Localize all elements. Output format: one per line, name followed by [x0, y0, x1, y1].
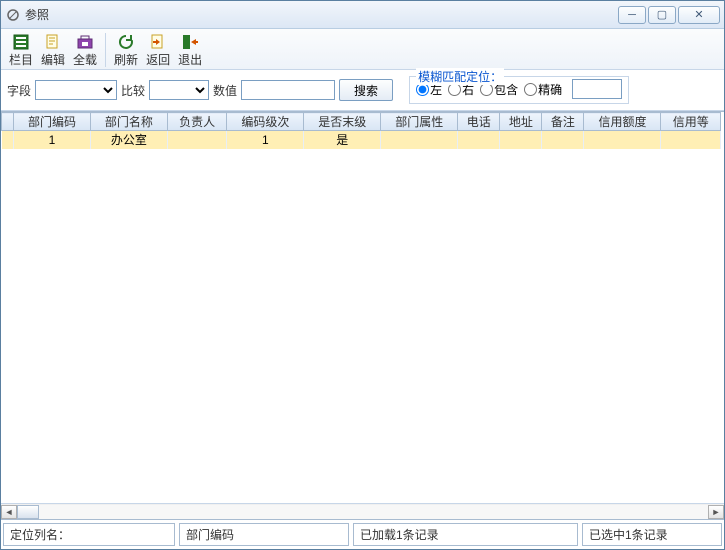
exit-icon — [180, 32, 200, 52]
back-icon — [148, 32, 168, 52]
cell-phone — [458, 131, 500, 149]
fuzzy-input[interactable] — [572, 79, 622, 99]
titlebar: 参照 ─ ▢ ✕ — [1, 1, 724, 29]
value-input[interactable] — [241, 80, 335, 100]
scroll-right-arrow[interactable]: ► — [708, 505, 724, 519]
back-button[interactable]: 返回 — [142, 31, 174, 69]
row-marker — [2, 131, 14, 149]
grid-area: 部门编码 部门名称 负责人 编码级次 是否末级 部门属性 电话 地址 备注 信用… — [1, 111, 724, 519]
col-level[interactable]: 编码级次 — [227, 113, 304, 131]
status-loaded: 已加载1条记录 — [353, 523, 578, 546]
refresh-button[interactable]: 刷新 — [110, 31, 142, 69]
minimize-button[interactable]: ─ — [618, 6, 646, 24]
maximize-button[interactable]: ▢ — [648, 6, 676, 24]
scroll-thumb[interactable] — [17, 505, 39, 519]
compare-select[interactable] — [149, 80, 209, 100]
refresh-icon — [116, 32, 136, 52]
cell-remark — [542, 131, 584, 149]
col-credit[interactable]: 信用额度 — [584, 113, 661, 131]
edit-icon — [43, 32, 63, 52]
status-selected: 已选中1条记录 — [582, 523, 722, 546]
cell-credit — [584, 131, 661, 149]
cell-grade — [661, 131, 721, 149]
value-label: 数值 — [213, 82, 237, 99]
status-loc-label: 定位列名： — [3, 523, 175, 546]
close-button[interactable]: ✕ — [678, 6, 720, 24]
field-select[interactable] — [35, 80, 117, 100]
cell-dept-name: 办公室 — [90, 131, 167, 149]
field-label: 字段 — [7, 82, 31, 99]
scroll-left-arrow[interactable]: ◄ — [1, 505, 17, 519]
app-icon — [5, 7, 21, 23]
cell-is-leaf: 是 — [304, 131, 381, 149]
window-title: 参照 — [25, 6, 618, 23]
exit-button[interactable]: 退出 — [174, 31, 206, 69]
header-row: 部门编码 部门名称 负责人 编码级次 是否末级 部门属性 电话 地址 备注 信用… — [2, 113, 721, 131]
data-grid[interactable]: 部门编码 部门名称 负责人 编码级次 是否末级 部门属性 电话 地址 备注 信用… — [1, 112, 724, 503]
status-loc-value: 部门编码 — [179, 523, 349, 546]
col-phone[interactable]: 电话 — [458, 113, 500, 131]
loadall-icon — [75, 32, 95, 52]
col-remark[interactable]: 备注 — [542, 113, 584, 131]
status-bar: 定位列名： 部门编码 已加载1条记录 已选中1条记录 — [1, 519, 724, 549]
col-grade[interactable]: 信用等 — [661, 113, 721, 131]
compare-label: 比较 — [121, 82, 145, 99]
fuzzy-legend: 模糊匹配定位： — [416, 68, 504, 85]
scroll-track[interactable] — [17, 505, 708, 519]
col-is-leaf[interactable]: 是否末级 — [304, 113, 381, 131]
window-controls: ─ ▢ ✕ — [618, 6, 720, 24]
horizontal-scrollbar[interactable]: ◄ ► — [1, 503, 724, 519]
cell-attr — [381, 131, 458, 149]
table-row[interactable]: 1 办公室 1 是 — [2, 131, 721, 149]
col-dept-code[interactable]: 部门编码 — [14, 113, 91, 131]
col-attr[interactable]: 部门属性 — [381, 113, 458, 131]
loadall-button[interactable]: 全载 — [69, 31, 101, 69]
col-dept-name[interactable]: 部门名称 — [90, 113, 167, 131]
radio-exact[interactable] — [524, 83, 537, 96]
cell-dept-code: 1 — [14, 131, 91, 149]
col-addr[interactable]: 地址 — [500, 113, 542, 131]
toolbar-separator — [105, 33, 106, 67]
row-marker-header — [2, 113, 14, 131]
edit-button[interactable]: 编辑 — [37, 31, 69, 69]
search-bar: 字段 比较 数值 搜索 模糊匹配定位： 左 右 包含 精确 — [1, 70, 724, 111]
fuzzy-match-group: 模糊匹配定位： 左 右 包含 精确 — [409, 76, 629, 104]
reference-window: 参照 ─ ▢ ✕ 栏目 编辑 全载 刷新 返回 退出 — [0, 0, 725, 550]
columns-icon — [11, 32, 31, 52]
cell-level: 1 — [227, 131, 304, 149]
col-manager[interactable]: 负责人 — [167, 113, 227, 131]
cell-addr — [500, 131, 542, 149]
search-button[interactable]: 搜索 — [339, 79, 393, 101]
toolbar: 栏目 编辑 全载 刷新 返回 退出 — [1, 29, 724, 70]
columns-button[interactable]: 栏目 — [5, 31, 37, 69]
cell-manager — [167, 131, 227, 149]
